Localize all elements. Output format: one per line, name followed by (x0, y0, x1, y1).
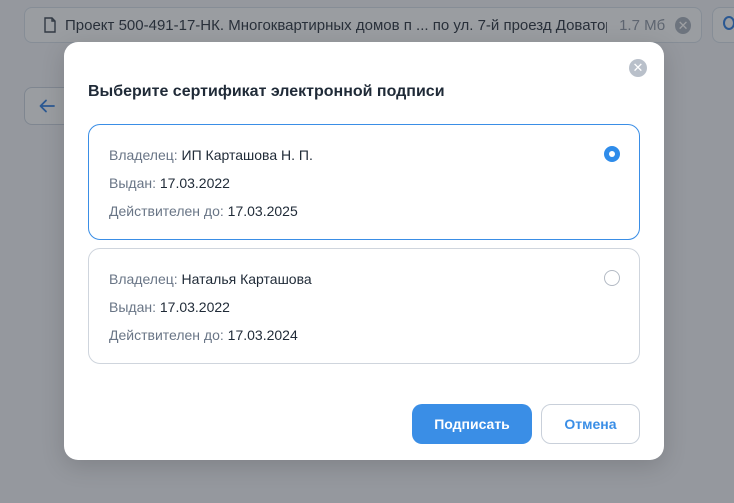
owner-value: Наталья Карташова (181, 271, 312, 287)
valid-row: Действителен до: 17.03.2024 (109, 327, 298, 343)
valid-label: Действителен до: (109, 327, 224, 343)
sign-button[interactable]: Подписать (412, 404, 532, 444)
owner-row: Владелец: ИП Карташова Н. П. (109, 147, 313, 163)
issued-label: Выдан: (109, 175, 156, 191)
issued-value: 17.03.2022 (159, 299, 230, 315)
dialog-title: Выберите сертификат электронной подписи (88, 83, 445, 100)
owner-row: Владелец: Наталья Карташова (109, 271, 312, 287)
valid-value: 17.03.2025 (227, 203, 298, 219)
certificate-option-1[interactable]: Владелец: ИП Карташова Н. П. Выдан: 17.0… (88, 124, 640, 240)
radio-button-selected[interactable] (604, 146, 620, 162)
owner-label: Владелец: (109, 271, 178, 287)
issued-row: Выдан: 17.03.2022 (109, 299, 230, 315)
certificate-dialog: ✕ Выберите сертификат электронной подпис… (64, 42, 664, 460)
valid-row: Действителен до: 17.03.2025 (109, 203, 298, 219)
owner-value: ИП Карташова Н. П. (181, 147, 313, 163)
valid-label: Действителен до: (109, 203, 224, 219)
issued-row: Выдан: 17.03.2022 (109, 175, 230, 191)
valid-value: 17.03.2024 (227, 327, 298, 343)
certificate-option-2[interactable]: Владелец: Наталья Карташова Выдан: 17.03… (88, 248, 640, 364)
issued-value: 17.03.2022 (159, 175, 230, 191)
radio-button[interactable] (604, 270, 620, 286)
issued-label: Выдан: (109, 299, 156, 315)
cancel-button[interactable]: Отмена (541, 404, 640, 444)
close-icon[interactable]: ✕ (629, 59, 647, 77)
owner-label: Владелец: (109, 147, 178, 163)
